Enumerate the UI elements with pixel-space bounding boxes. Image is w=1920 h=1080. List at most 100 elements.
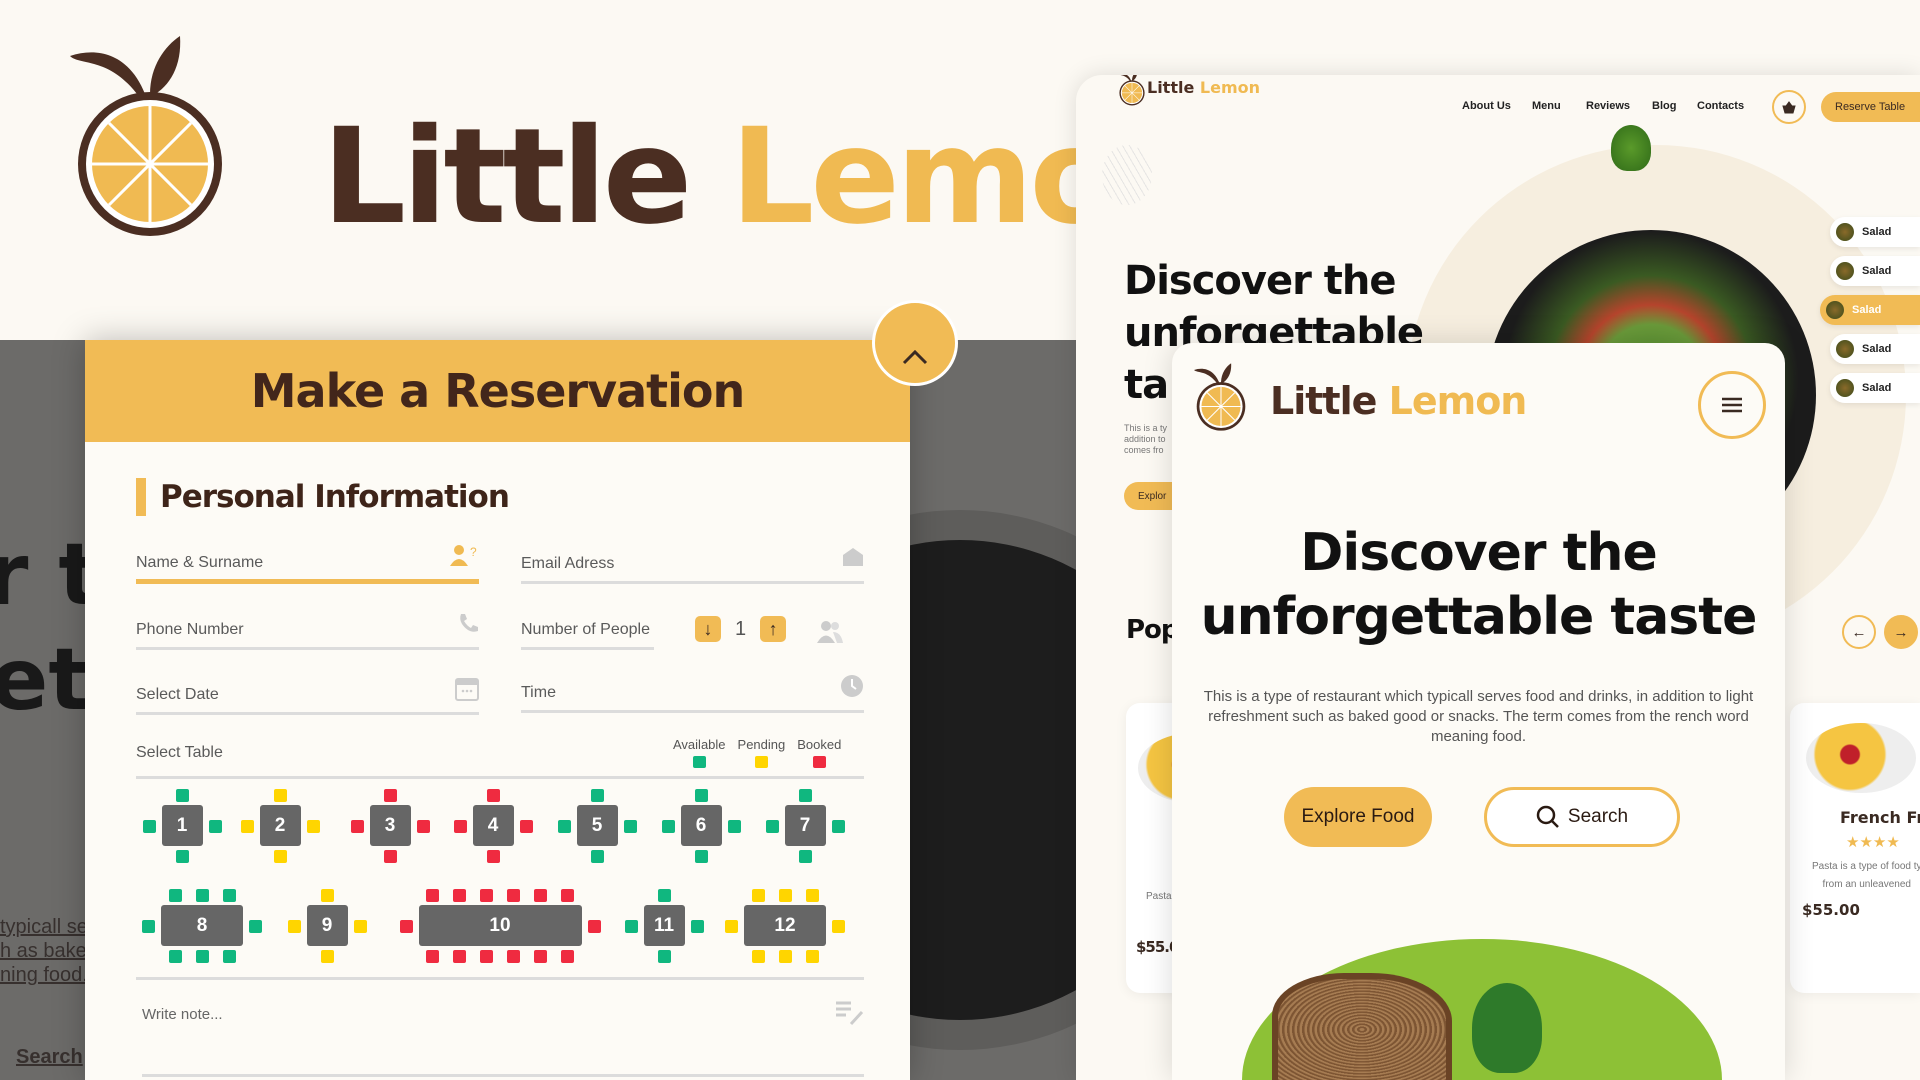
card-desc: Pasta is a type of food ty from an unleav… (1812, 861, 1920, 890)
table-11[interactable]: 11 (643, 905, 685, 946)
name-field[interactable]: Name & Surname ? (136, 532, 479, 584)
nav-menu[interactable]: Menu (1532, 100, 1561, 112)
search-button[interactable]: Search (1484, 787, 1680, 847)
table-1[interactable]: 1 (161, 805, 203, 846)
brand-name: Little Lemon (322, 100, 1210, 254)
brand-logo-icon (70, 36, 230, 236)
seat-pending (240, 819, 254, 833)
table-2[interactable]: 2 (259, 805, 301, 846)
seat-booked (534, 889, 547, 902)
available-swatch (692, 756, 706, 768)
seat-available (798, 850, 812, 863)
table-5[interactable]: 5 (576, 805, 618, 846)
seat-booked (519, 819, 533, 833)
pending-swatch (754, 756, 768, 768)
seat-booked (453, 950, 466, 963)
seat-booked (426, 950, 439, 963)
seat-pending (273, 789, 287, 802)
menu-button[interactable] (1698, 371, 1766, 439)
seat-pending (832, 919, 845, 933)
prev-button[interactable]: ← (1842, 615, 1876, 649)
nav-blog[interactable]: Blog (1652, 100, 1676, 112)
decorative-sprinkles (1102, 145, 1152, 205)
table-8[interactable]: 8 (161, 905, 243, 946)
decrease-people-button[interactable]: ↓ (695, 616, 721, 642)
category-chip[interactable]: Salad (1830, 334, 1920, 364)
rating-stars: ★★★★ (1846, 834, 1900, 851)
seat-available (142, 919, 155, 933)
card-title: French Fri (1840, 808, 1920, 827)
seat-pending (751, 950, 765, 963)
food-card[interactable]: French Fri ★★★★ Pasta is a type of food … (1790, 703, 1920, 993)
phone-icon (460, 613, 478, 632)
email-field[interactable]: Email Adress (521, 532, 864, 584)
table-3[interactable]: 3 (369, 805, 411, 846)
salad-icon (1836, 379, 1854, 397)
next-button[interactable]: → (1884, 615, 1918, 649)
time-field[interactable]: Time (521, 661, 864, 713)
salad-icon (1836, 262, 1854, 280)
card-desc: Pasta (1146, 891, 1172, 902)
brand-name: Little Lemon (1270, 379, 1527, 423)
chip-label: Salad (1862, 343, 1892, 355)
divider (136, 977, 864, 980)
edit-note-icon (836, 1001, 864, 1026)
hamburger-icon (1722, 397, 1742, 413)
spinach-image (1472, 983, 1542, 1073)
seat-booked (534, 950, 547, 963)
table-4[interactable]: 4 (472, 805, 514, 846)
seat-booked (480, 950, 493, 963)
clock-icon (841, 674, 863, 697)
reserve-table-button[interactable]: Reserve Table (1821, 92, 1920, 122)
divider (142, 1074, 864, 1077)
basket-icon (1782, 100, 1796, 113)
seat-available (657, 889, 671, 902)
table-7[interactable]: 7 (784, 805, 826, 846)
hero-heading: Discover the unforgettable taste (1200, 523, 1758, 647)
seat-booked (486, 850, 500, 863)
category-chip[interactable]: Salad (1820, 295, 1920, 325)
chip-label: Salad (1862, 382, 1892, 394)
close-modal-button[interactable] (872, 300, 958, 386)
seat-pending (778, 889, 792, 902)
people-count: 1 (735, 617, 747, 640)
seat-pending (353, 919, 367, 933)
seat-pending (306, 819, 320, 833)
table-6[interactable]: 6 (680, 805, 722, 846)
people-icon (817, 621, 843, 643)
phone-field[interactable]: Phone Number (136, 598, 479, 650)
people-stepper: ↓ 1 ↑ (695, 616, 787, 642)
fries-image (1806, 723, 1916, 793)
note-input[interactable]: Write note... (142, 1006, 223, 1023)
seat-booked (426, 889, 439, 902)
table-9[interactable]: 9 (306, 905, 348, 946)
seat-pending (320, 950, 334, 963)
table-12[interactable]: 12 (744, 905, 826, 946)
broccoli-image (1611, 125, 1651, 171)
seat-available (624, 919, 638, 933)
seat-available (557, 819, 571, 833)
explore-food-button[interactable]: Explore Food (1284, 787, 1432, 847)
hero-paragraph: This is a type of restaurant which typic… (1203, 688, 1754, 745)
nav-reviews[interactable]: Reviews (1586, 100, 1630, 112)
chevron-up-icon (902, 349, 928, 365)
category-chip[interactable]: Salad (1830, 256, 1920, 286)
nav-about[interactable]: About Us (1462, 100, 1511, 112)
divider (136, 776, 864, 779)
nav-contacts[interactable]: Contacts (1697, 100, 1744, 112)
increase-people-button[interactable]: ↑ (760, 616, 787, 642)
seat-available (222, 889, 236, 902)
category-chip[interactable]: Salad (1830, 373, 1920, 403)
seat-available (690, 919, 704, 933)
seat-available (798, 789, 812, 802)
date-field[interactable]: Select Date (136, 663, 479, 715)
table-10[interactable]: 10 (418, 905, 582, 946)
brand-logo-icon (1118, 75, 1146, 106)
category-chip[interactable]: Salad (1830, 217, 1920, 247)
seat-available (694, 850, 708, 863)
seat-available (195, 889, 209, 902)
people-field: Number of People (521, 598, 654, 650)
seat-available (694, 789, 708, 802)
chip-label: Salad (1862, 265, 1892, 277)
cart-button[interactable] (1772, 90, 1806, 124)
